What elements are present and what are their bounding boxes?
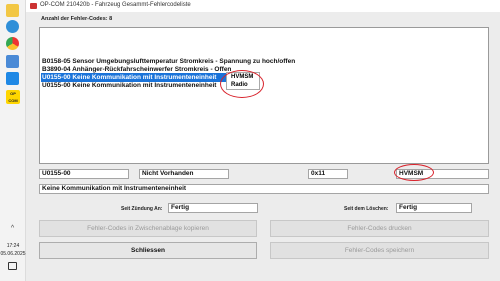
chevron-up-icon[interactable]: ^ xyxy=(6,222,19,235)
print-codes-button[interactable]: Fehler-Codes drucken xyxy=(270,220,489,237)
since-clear-label: Seit dem Löschen: xyxy=(344,206,389,212)
fault-code-list[interactable]: B0158-05 Sensor Umgebungslufttemperatur … xyxy=(39,27,489,164)
opcom-icon[interactable]: OP COM xyxy=(6,90,20,104)
description-field: Keine Kommunikation mit Instrumenteneinh… xyxy=(39,184,489,194)
close-button[interactable]: Schliessen xyxy=(39,242,257,259)
since-ignition-field: Fertig xyxy=(168,203,258,213)
status-field: Nicht Vorhanden xyxy=(139,169,229,179)
taskbar-time: 17:24 xyxy=(6,243,20,249)
copy-codes-button[interactable]: Fehler-Codes in Zwischenablage kopieren xyxy=(39,220,257,237)
taskbar: OP COM ^ 17:24 05.06.2025 xyxy=(0,0,26,281)
highlight-circle xyxy=(220,70,264,98)
window-title: OP-COM 210420b - Fahrzeug Gesammt-Fehler… xyxy=(40,2,191,8)
opcom-window: OP-COM 210420b - Fahrzeug Gesammt-Fehler… xyxy=(26,0,500,281)
since-ignition-label: Seit Zündung An: xyxy=(121,206,163,212)
window-client: Anzahl der Fehler-Codes: 8 B0158-05 Sens… xyxy=(26,12,500,281)
notification-icon[interactable] xyxy=(8,262,17,270)
module-highlight-circle xyxy=(394,164,434,181)
store-icon[interactable] xyxy=(6,72,19,85)
list-item[interactable]: U0155-00 Keine Kommunikation mit Instrum… xyxy=(41,81,487,90)
save-codes-button[interactable]: Fehler-Codes speichern xyxy=(270,242,489,259)
code-field: U0155-00 xyxy=(39,169,129,179)
edge-icon[interactable] xyxy=(6,20,19,33)
app-icon[interactable] xyxy=(6,55,19,68)
title-bar: OP-COM 210420b - Fahrzeug Gesammt-Fehler… xyxy=(26,0,500,12)
chrome-icon[interactable] xyxy=(6,37,19,50)
file-explorer-icon[interactable] xyxy=(6,4,19,17)
app-title-icon xyxy=(30,3,37,9)
taskbar-date: 05.06.2025 xyxy=(0,251,26,257)
since-clear-field: Fertig xyxy=(396,203,472,213)
hex-field: 0x11 xyxy=(308,169,348,179)
code-count-label: Anzahl der Fehler-Codes: 8 xyxy=(41,16,113,22)
